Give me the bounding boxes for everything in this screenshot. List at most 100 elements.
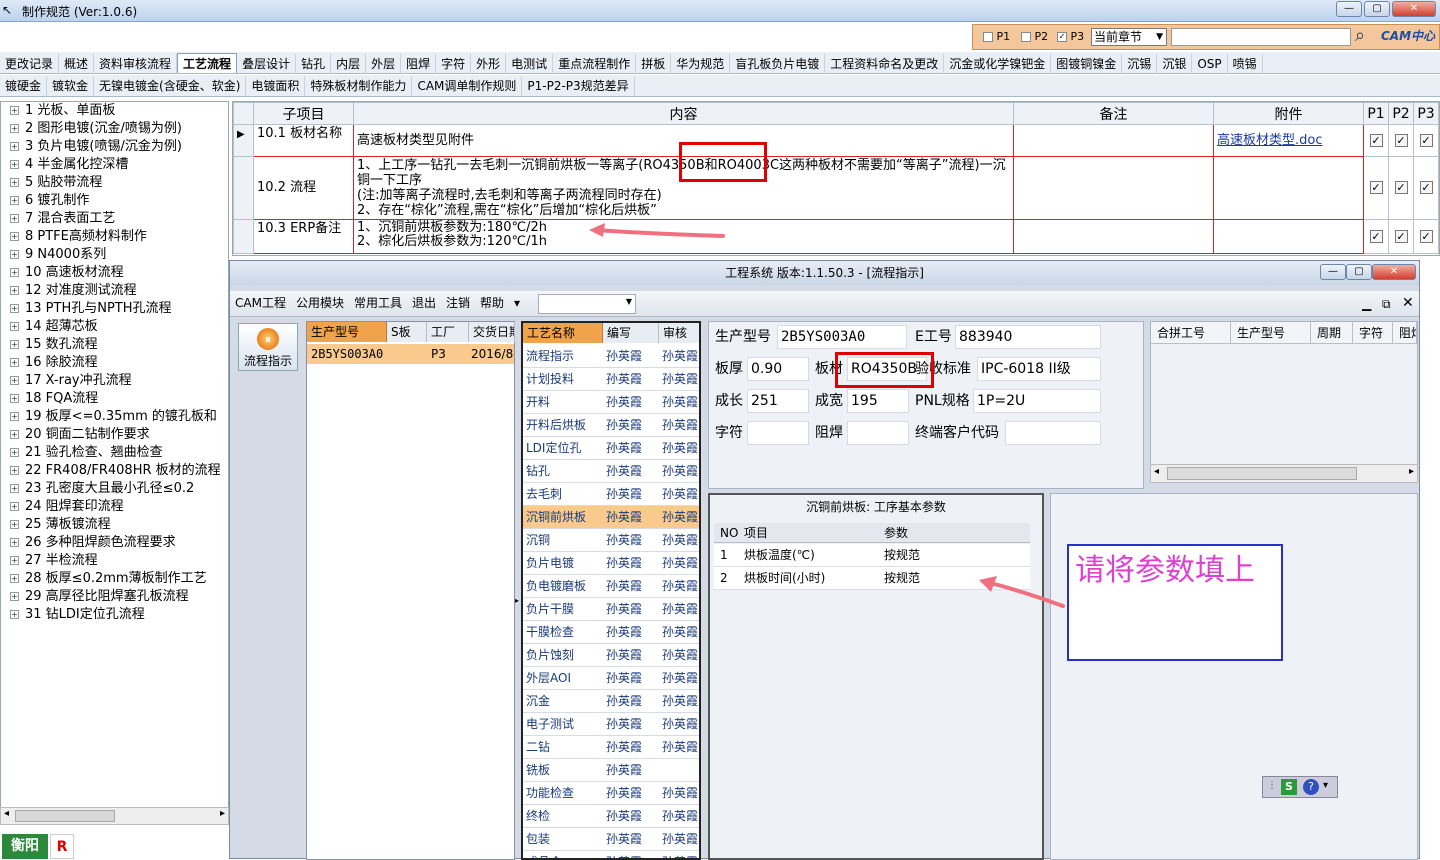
- menu-overflow-icon[interactable]: ▾: [509, 291, 525, 315]
- chevron-down-icon[interactable]: ▾: [1323, 780, 1328, 791]
- expand-icon[interactable]: +: [10, 520, 19, 529]
- menu-item[interactable]: 帮助: [475, 291, 509, 315]
- expand-icon[interactable]: +: [10, 142, 19, 151]
- expand-icon[interactable]: +: [10, 124, 19, 133]
- prod-header-date[interactable]: 交货日期: [469, 322, 515, 342]
- win2-close-button[interactable]: ✕: [1372, 264, 1416, 280]
- search-icon[interactable]: ⌕: [1355, 26, 1377, 48]
- tree-item[interactable]: +7 混合表面工艺: [1, 210, 228, 228]
- expand-icon[interactable]: +: [10, 322, 19, 331]
- process-row[interactable]: 外层AOI 孙英霞 孙英霞: [523, 667, 699, 690]
- expand-icon[interactable]: +: [10, 448, 19, 457]
- eno-field[interactable]: 883940: [955, 325, 1101, 349]
- minimize-button[interactable]: —: [1336, 1, 1362, 17]
- flow-indicator-button[interactable]: ⏸ 流程指示: [238, 323, 298, 371]
- tab-0[interactable]: 更改记录: [0, 54, 60, 74]
- tree-item[interactable]: +16 除胶流程: [1, 354, 228, 372]
- process-row[interactable]: 二钻 孙英霞 孙英霞: [523, 736, 699, 759]
- tab2-0[interactable]: 镀硬金: [0, 76, 48, 96]
- process-row[interactable]: 负片电镀 孙英霞 孙英霞: [523, 552, 699, 575]
- expand-icon[interactable]: +: [10, 196, 19, 205]
- client-field[interactable]: [1005, 421, 1101, 445]
- p2-check[interactable]: ✓: [1388, 124, 1414, 157]
- table-row[interactable]: ▶ 10.1 板材名称 高速板材类型见附件 高速板材类型.doc ✓ ✓ ✓: [233, 124, 1439, 157]
- p3-check[interactable]: ✓: [1413, 219, 1439, 254]
- tree-item[interactable]: +9 N4000系列: [1, 246, 228, 264]
- p2-check[interactable]: ✓: [1388, 156, 1414, 220]
- proc-header-name[interactable]: 工艺名称: [523, 323, 603, 343]
- expand-icon[interactable]: +: [10, 106, 19, 115]
- process-row[interactable]: LDI定位孔 孙英霞 孙英霞: [523, 437, 699, 460]
- process-row[interactable]: 负片蚀刻 孙英霞 孙英霞: [523, 644, 699, 667]
- scroll-left-icon[interactable]: ◂: [4, 808, 9, 819]
- process-row[interactable]: 沉铜 孙英霞 孙英霞: [523, 529, 699, 552]
- tree-item[interactable]: +27 半检流程: [1, 552, 228, 570]
- scroll-left-icon[interactable]: ◂: [1154, 466, 1159, 477]
- tab-22[interactable]: 喷锡: [1228, 54, 1263, 74]
- param-value[interactable]: 按规范: [884, 567, 920, 589]
- p1-checkbox[interactable]: [983, 32, 993, 42]
- tab-5[interactable]: 钻孔: [296, 54, 332, 74]
- expand-icon[interactable]: +: [10, 574, 19, 583]
- expand-icon[interactable]: +: [10, 268, 19, 277]
- r-badge[interactable]: R: [50, 834, 74, 859]
- process-row[interactable]: 计划投料 孙英霞 孙英霞: [523, 368, 699, 391]
- search-input[interactable]: [1171, 28, 1351, 46]
- process-row[interactable]: 开料后烘板 孙英霞 孙英霞: [523, 414, 699, 437]
- table-row[interactable]: 10.2 流程 1、上工序一钻孔一去毛刺一沉铜前烘板一等离子(RO4350B和R…: [233, 156, 1439, 220]
- tab2-2[interactable]: 无镍电镀金(含硬金、软金): [94, 76, 247, 96]
- tree-item[interactable]: +14 超薄芯板: [1, 318, 228, 336]
- tree-item[interactable]: +28 板厚≤0.2mm薄板制作工艺: [1, 570, 228, 588]
- process-row[interactable]: 沉金 孙英霞 孙英霞: [523, 690, 699, 713]
- expand-icon[interactable]: +: [10, 304, 19, 313]
- process-row[interactable]: 沉铜前烘板 孙英霞 孙英霞: [523, 506, 699, 529]
- expand-icon[interactable]: +: [10, 430, 19, 439]
- tree-item[interactable]: +21 验孔检查、翘曲检查: [1, 444, 228, 462]
- process-row[interactable]: 流程指示 孙英霞 孙英霞: [523, 345, 699, 368]
- scroll-thumb[interactable]: [15, 810, 115, 822]
- expand-icon[interactable]: +: [10, 538, 19, 547]
- expand-icon[interactable]: +: [10, 286, 19, 295]
- tree-item[interactable]: +22 FR408/FR408HR 板材的流程: [1, 462, 228, 480]
- tab-7[interactable]: 外层: [366, 54, 402, 74]
- expand-icon[interactable]: +: [10, 502, 19, 511]
- process-row[interactable]: 电子测试 孙英霞 孙英霞: [523, 713, 699, 736]
- tab-10[interactable]: 外形: [471, 54, 507, 74]
- tab-21[interactable]: OSP: [1192, 54, 1228, 74]
- tree-item[interactable]: +10 高速板材流程: [1, 264, 228, 282]
- tree-item[interactable]: +18 FQA流程: [1, 390, 228, 408]
- tab-13[interactable]: 拼板: [636, 54, 672, 74]
- win2-maximize-button[interactable]: ▢: [1346, 264, 1372, 280]
- merge-header-cycle[interactable]: 周期: [1311, 322, 1353, 344]
- tab-15[interactable]: 盲孔板负片电镀: [730, 54, 826, 74]
- process-row[interactable]: 包装 孙英霞 孙英霞: [523, 828, 699, 851]
- expand-icon[interactable]: +: [10, 610, 19, 619]
- p3-checkbox[interactable]: ✓: [1057, 32, 1067, 42]
- tab2-1[interactable]: 镀软金: [47, 76, 95, 96]
- expand-icon[interactable]: +: [10, 160, 19, 169]
- tree-horizontal-scrollbar[interactable]: ◂ ▸: [0, 807, 229, 825]
- scroll-thumb[interactable]: [1167, 467, 1357, 480]
- p1-check[interactable]: ✓: [1363, 124, 1389, 157]
- tree-item[interactable]: +5 贴胶带流程: [1, 174, 228, 192]
- expand-icon[interactable]: +: [10, 592, 19, 601]
- tree-item[interactable]: +24 阻焊套印流程: [1, 498, 228, 516]
- tree-item[interactable]: +3 负片电镀(喷锡/沉金为例): [1, 138, 228, 156]
- table-row[interactable]: 10.3 ERP备注 1、沉铜前烘板参数为:180℃/2h 2、棕化后烘板参数为…: [233, 219, 1439, 254]
- length-field[interactable]: 251: [747, 389, 809, 413]
- process-row[interactable]: 铣板 孙英霞: [523, 759, 699, 782]
- tab-3[interactable]: 工艺流程: [177, 53, 238, 73]
- expand-icon[interactable]: +: [10, 376, 19, 385]
- attachment-link[interactable]: 高速板材类型.doc: [1213, 124, 1364, 157]
- p3-check[interactable]: ✓: [1413, 124, 1439, 157]
- process-row[interactable]: 负片干膜 孙英霞 孙英霞: [523, 598, 699, 621]
- tree-item[interactable]: +26 多种阻焊颜色流程要求: [1, 534, 228, 552]
- mdi-close-button[interactable]: ✕: [1402, 295, 1414, 311]
- merge-header-mask[interactable]: 阻焊: [1393, 322, 1417, 344]
- pnl-field[interactable]: 1P=2U: [973, 389, 1101, 413]
- standard-field[interactable]: IPC-6018 II级: [977, 357, 1101, 381]
- tree-item[interactable]: +19 板厚<=0.35mm 的镀孔板和: [1, 408, 228, 426]
- p1-check[interactable]: ✓: [1363, 219, 1389, 254]
- tree-item[interactable]: +13 PTH孔与NPTH孔流程: [1, 300, 228, 318]
- menu-item[interactable]: 公用模块: [291, 291, 349, 315]
